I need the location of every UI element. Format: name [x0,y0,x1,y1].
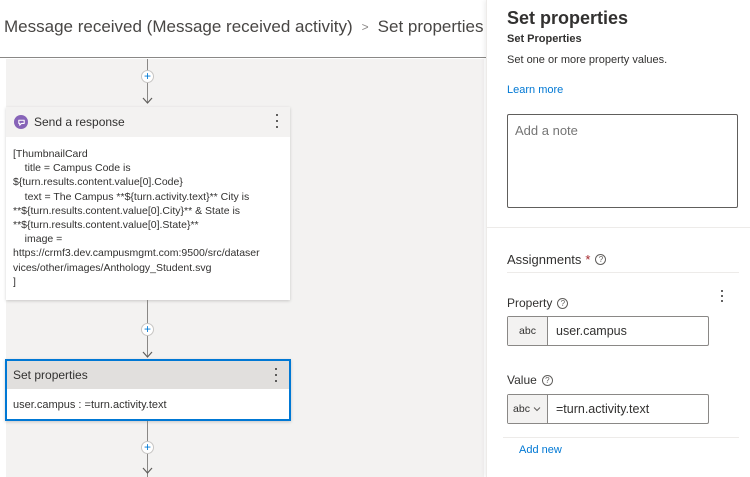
value-label-text: Value [507,373,537,387]
breadcrumb: Message received (Message received activ… [4,17,484,37]
send-response-title: Send a response [34,115,125,129]
value-type-text: abc [513,403,530,415]
help-icon[interactable]: ? [557,297,569,309]
help-icon[interactable]: ? [541,374,553,386]
assignments-text: Assignments [507,252,582,267]
value-label: Value ? [507,373,553,387]
send-response-header[interactable]: Send a response [6,107,290,137]
breadcrumb-parent[interactable]: Message received (Message received activ… [4,17,353,37]
more-options-icon[interactable] [276,114,280,128]
send-response-node[interactable]: Send a response [ThumbnailCard title = C… [6,107,290,300]
property-label-text: Property [507,296,553,310]
assignment-group: Property ? abc Value ? abc [503,287,739,438]
chat-bubble-icon [14,115,28,129]
set-properties-header[interactable]: Set properties [7,361,289,389]
learn-more-link[interactable]: Learn more [507,84,563,96]
panel-title: Set properties [507,8,629,28]
set-properties-node[interactable]: Set properties user.campus : =turn.activ… [5,359,291,421]
assignments-divider [507,272,739,273]
set-properties-body: user.campus : =turn.activity.text [13,399,167,411]
assignments-label: Assignments * ? [507,252,607,267]
flow-canvas: + Send a response [ThumbnailCard title =… [5,59,484,477]
set-properties-title: Set properties [13,368,88,382]
arrow-down-icon [142,351,153,358]
add-node-button[interactable]: + [141,441,154,454]
panel-subtitle: Set Properties [507,33,582,45]
add-new-link[interactable]: Add new [519,444,562,456]
arrow-down-icon [142,97,153,104]
send-response-body: [ThumbnailCard title = Campus Code is ${… [13,148,260,288]
arrow-down-icon [142,467,153,474]
value-field: abc [507,394,709,424]
panel-divider [487,227,750,228]
group-divider [503,437,739,438]
more-options-icon[interactable] [721,290,725,302]
add-node-button[interactable]: + [141,323,154,336]
panel-description: Set one or more property values. [507,54,668,66]
breadcrumb-separator: > [361,20,369,34]
property-type-text: abc [519,325,536,337]
value-input[interactable] [548,395,708,423]
required-marker: * [585,252,591,267]
property-input[interactable] [548,317,708,345]
value-type-dropdown[interactable]: abc [508,395,548,423]
note-input[interactable] [507,114,738,208]
properties-panel: Set properties Set Properties Set one or… [486,0,750,477]
property-label: Property ? [507,296,569,310]
add-node-button[interactable]: + [141,70,154,83]
canvas-header: Message received (Message received activ… [0,0,486,58]
property-field: abc [507,316,709,346]
chevron-down-icon [533,407,541,412]
property-type-badge: abc [508,317,548,345]
help-icon[interactable]: ? [595,254,607,265]
breadcrumb-current: Set properties [377,17,484,36]
more-options-icon[interactable] [275,368,279,382]
